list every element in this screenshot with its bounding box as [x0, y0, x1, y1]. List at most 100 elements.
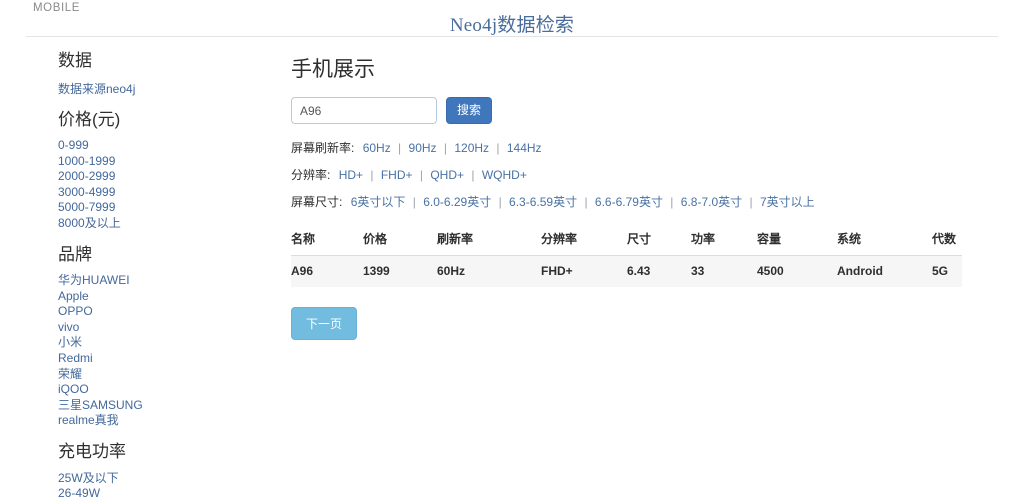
sidebar-item-brand-9[interactable]: realme真我 [58, 413, 258, 429]
filter-option-resolution-1[interactable]: FHD+ [381, 168, 413, 182]
table-column-header-system: 系统 [837, 224, 932, 257]
sidebar-heading-price: 价格(元) [58, 109, 121, 129]
search-bar: 搜索 [291, 97, 991, 125]
sidebar-item-brand-0[interactable]: 华为HUAWEI [58, 273, 258, 289]
sidebar-heading-charge-power: 充电功率 [58, 442, 126, 461]
sidebar-item-data-source[interactable]: 数据来源neo4j [58, 80, 258, 97]
sidebar-heading-brand: 品牌 [58, 244, 92, 264]
filter-option-refresh-1[interactable]: 90Hz [409, 141, 437, 155]
sidebar-item-price-3[interactable]: 3000-4999 [58, 185, 258, 201]
sidebar-heading-data: 数据 [58, 51, 92, 70]
list-item: 3000-4999 [58, 185, 258, 201]
sidebar-item-charge-1[interactable]: 26-49W [58, 486, 258, 502]
sidebar-item-brand-2[interactable]: OPPO [58, 304, 258, 320]
sidebar-list-price: 0-999 1000-1999 2000-2999 3000-4999 5000… [58, 138, 258, 232]
filter-row-screen-size: 屏幕尺寸: 6英寸以下 | 6.0-6.29英寸 | 6.3-6.59英寸 | … [291, 194, 991, 210]
list-item: 5000-7999 [58, 200, 258, 216]
sidebar-item-charge-0[interactable]: 25W及以下 [58, 471, 258, 487]
table-cell-resolution: FHD+ [541, 255, 627, 288]
list-item: 华为HUAWEI [58, 273, 258, 289]
filter-option-size-2[interactable]: 6.3-6.59英寸 [509, 195, 577, 209]
list-item: OPPO [58, 304, 258, 320]
filter-separator: | [670, 195, 674, 210]
table-column-header-name: 名称 [291, 224, 363, 257]
filter-separator: | [584, 195, 588, 210]
filter-row-resolution: 分辨率: HD+ | FHD+ | QHD+ | WQHD+ [291, 167, 991, 183]
filter-separator: | [419, 168, 423, 183]
table-cell-refresh: 60Hz [437, 255, 541, 288]
table-header: 名称 价格 刷新率 分辨率 尺寸 功率 容量 系统 代数 [291, 224, 962, 257]
table-body: A96 1399 60Hz FHD+ 6.43 33 4500 Android … [291, 255, 962, 288]
sidebar-list-brand: 华为HUAWEI Apple OPPO vivo 小米 Redmi 荣耀 iQO… [58, 273, 258, 429]
filter-separator: | [749, 195, 753, 210]
next-page-button[interactable]: 下一页 [291, 307, 358, 341]
sidebar-group-data: 数据 数据来源neo4j [58, 48, 258, 97]
filter-option-resolution-0[interactable]: HD+ [339, 168, 363, 182]
list-item: iQOO [58, 382, 258, 398]
sidebar-item-price-1[interactable]: 1000-1999 [58, 154, 258, 170]
header-divider [26, 36, 998, 37]
search-input[interactable] [291, 97, 437, 125]
filter-option-size-3[interactable]: 6.6-6.79英寸 [595, 195, 663, 209]
list-item: 8000及以上 [58, 216, 258, 232]
table-column-header-generation: 代数 [932, 224, 962, 257]
table-header-row: 名称 价格 刷新率 分辨率 尺寸 功率 容量 系统 代数 [291, 224, 962, 257]
sidebar-item-price-5[interactable]: 8000及以上 [58, 216, 258, 232]
filter-label-resolution: 分辨率: [291, 168, 331, 183]
filter-separator: | [498, 195, 502, 210]
filter-option-size-1[interactable]: 6.0-6.29英寸 [423, 195, 491, 209]
table-cell-power: 33 [691, 255, 757, 288]
sidebar-item-brand-1[interactable]: Apple [58, 289, 258, 305]
filter-separator: | [443, 141, 447, 156]
filter-option-refresh-0[interactable]: 60Hz [363, 141, 391, 155]
sidebar-group-charge-power: 充电功率 25W及以下 26-49W 50-79W 80-119W [58, 439, 258, 504]
filter-option-resolution-3[interactable]: WQHD+ [482, 168, 527, 182]
sidebar-item-brand-6[interactable]: 荣耀 [58, 367, 258, 383]
sidebar-item-brand-7[interactable]: iQOO [58, 382, 258, 398]
filter-separator: | [398, 141, 402, 156]
table-cell-size: 6.43 [627, 255, 691, 288]
sidebar-item-price-4[interactable]: 5000-7999 [58, 200, 258, 216]
table-column-header-size: 尺寸 [627, 224, 691, 257]
sidebar-item-brand-4[interactable]: 小米 [58, 335, 258, 351]
sidebar-item-price-2[interactable]: 2000-2999 [58, 169, 258, 185]
main-content: 手机展示 搜索 屏幕刷新率: 60Hz | 90Hz | 120Hz | 144… [291, 56, 991, 341]
table-column-header-refresh: 刷新率 [437, 224, 541, 257]
filter-separator: | [412, 195, 416, 210]
list-item: 0-999 [58, 138, 258, 154]
filter-row-refresh-rate: 屏幕刷新率: 60Hz | 90Hz | 120Hz | 144Hz [291, 140, 991, 156]
list-item: realme真我 [58, 413, 258, 429]
search-button[interactable]: 搜索 [446, 97, 493, 125]
table-cell-system: Android [837, 255, 932, 288]
filter-separator: | [496, 141, 500, 156]
table-cell-price: 1399 [363, 255, 437, 288]
sidebar-item-brand-5[interactable]: Redmi [58, 351, 258, 367]
filter-option-size-5[interactable]: 7英寸以上 [760, 195, 815, 209]
table-cell-name: A96 [291, 255, 363, 288]
filter-option-refresh-2[interactable]: 120Hz [454, 141, 489, 155]
table-column-header-capacity: 容量 [757, 224, 837, 257]
filter-separator: | [370, 168, 374, 183]
filter-separator: | [471, 168, 475, 183]
list-item: 三星SAMSUNG [58, 398, 258, 414]
list-item: 小米 [58, 335, 258, 351]
table-cell-capacity: 4500 [757, 255, 837, 288]
list-item: 2000-2999 [58, 169, 258, 185]
page-title: Neo4j数据检索 [449, 15, 575, 36]
phone-results-table: 名称 价格 刷新率 分辨率 尺寸 功率 容量 系统 代数 A96 1399 60… [291, 224, 962, 288]
filter-option-resolution-2[interactable]: QHD+ [430, 168, 464, 182]
sidebar-group-price: 价格(元) 0-999 1000-1999 2000-2999 3000-499… [58, 107, 258, 232]
sidebar-item-brand-3[interactable]: vivo [58, 320, 258, 336]
filter-option-size-0[interactable]: 6英寸以下 [351, 195, 406, 209]
sidebar-group-brand: 品牌 华为HUAWEI Apple OPPO vivo 小米 Redmi 荣耀 … [58, 242, 258, 429]
app-root: MOBILE Neo4j数据检索 数据 数据来源neo4j 价格(元) 0-99… [0, 0, 1024, 504]
list-item: Redmi [58, 351, 258, 367]
filter-option-size-4[interactable]: 6.8-7.0英寸 [681, 195, 742, 209]
sidebar-item-price-0[interactable]: 0-999 [58, 138, 258, 154]
table-row[interactable]: A96 1399 60Hz FHD+ 6.43 33 4500 Android … [291, 255, 962, 288]
list-item: 25W及以下 [58, 471, 258, 487]
filter-option-refresh-3[interactable]: 144Hz [507, 141, 542, 155]
table-column-header-resolution: 分辨率 [541, 224, 627, 257]
sidebar-item-brand-8[interactable]: 三星SAMSUNG [58, 398, 258, 414]
list-item: 26-49W [58, 486, 258, 502]
